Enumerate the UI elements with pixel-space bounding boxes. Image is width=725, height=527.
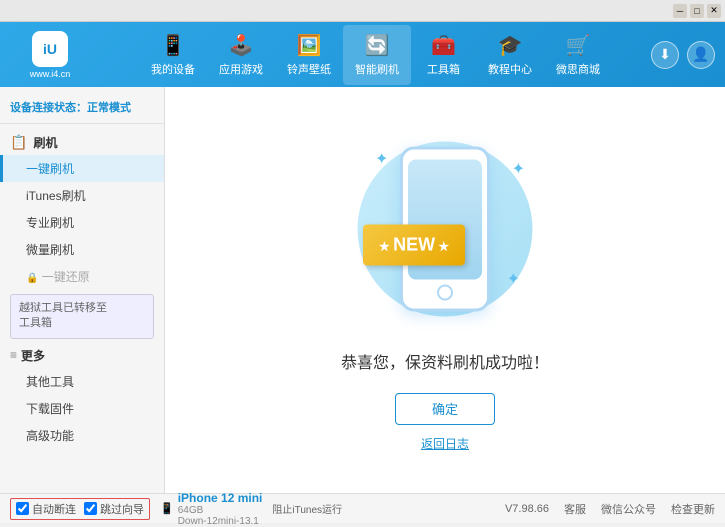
nav-ringtones-label: 铃声壁纸 — [287, 61, 331, 77]
check-update-link[interactable]: 检查更新 — [671, 501, 715, 517]
auto-connect-checkbox-label[interactable]: 自动断连 — [16, 501, 76, 517]
title-bar: ─ □ ✕ — [0, 0, 725, 22]
status-value: 正常模式 — [87, 102, 131, 114]
nav-right-buttons: ⬇ 👤 — [651, 41, 715, 69]
apps-games-icon: 🕹️ — [229, 33, 254, 58]
stop-itunes-button[interactable]: 阻止iTunes运行 — [272, 501, 342, 516]
more-section-title: ≡ 更多 — [0, 343, 164, 368]
nav-toolbox[interactable]: 🧰 工具箱 — [411, 25, 476, 85]
status-label: 设备连接状态： — [10, 102, 87, 114]
device-icon: 📱 — [160, 502, 174, 515]
sparkle-3: ✦ — [507, 269, 520, 289]
more-section: ≡ 更多 其他工具 下载固件 高级功能 — [0, 343, 164, 449]
main-area: 设备连接状态：正常模式 📋 刷机 一键刷机 iTunes刷机 专业刷机 微量刷机… — [0, 87, 725, 493]
phone-illustration: ✦ ✦ ✦ NEW — [345, 129, 545, 329]
checkbox-group: 自动断连 跳过向导 — [10, 498, 150, 520]
flash-section-label: 刷机 — [33, 134, 57, 151]
wizard-checkbox[interactable] — [84, 502, 97, 515]
sidebar-item-one-key-restore: 🔒 一键还原 — [0, 263, 164, 290]
close-button[interactable]: ✕ — [707, 4, 721, 18]
logo: iU www.i4.cn — [10, 31, 90, 79]
sidebar-item-itunes-flash[interactable]: iTunes刷机 — [0, 182, 164, 209]
sidebar-item-download-firmware[interactable]: 下载固件 — [0, 395, 164, 422]
toolbox-icon: 🧰 — [431, 33, 456, 58]
device-storage: 64GB — [178, 505, 263, 516]
nav-apps-games[interactable]: 🕹️ 应用游戏 — [207, 25, 275, 85]
wizard-label: 跳过向导 — [100, 501, 144, 517]
sidebar-notice: 越狱工具已转移至工具箱 — [10, 294, 154, 339]
bottom-right: V7.98.66 客服 微信公众号 检查更新 — [505, 501, 715, 517]
back-to-log-link[interactable]: 返回日志 — [421, 435, 469, 452]
download-button[interactable]: ⬇ — [651, 41, 679, 69]
sidebar-item-one-click-flash[interactable]: 一键刷机 — [0, 155, 164, 182]
nav-my-device-label: 我的设备 — [151, 61, 195, 77]
more-section-label: 更多 — [21, 347, 45, 364]
flash-section: 📋 刷机 一键刷机 iTunes刷机 专业刷机 微量刷机 🔒 一键还原 越狱工具… — [0, 130, 164, 339]
nav-weibo-mall-label: 微思商城 — [556, 61, 600, 77]
nav-weibo-mall[interactable]: 🛒 微思商城 — [544, 25, 612, 85]
flash-section-title: 📋 刷机 — [0, 130, 164, 155]
device-info-block: 📱 iPhone 12 mini 64GB Down-12mini-13.1 — [160, 491, 262, 527]
header: iU www.i4.cn 📱 我的设备 🕹️ 应用游戏 🖼️ 铃声壁纸 🔄 智能… — [0, 22, 725, 87]
pro-flash-label: 专业刷机 — [26, 216, 74, 230]
nav-toolbox-label: 工具箱 — [427, 61, 460, 77]
weibo-mall-icon: 🛒 — [566, 33, 591, 58]
tutorials-icon: 🎓 — [498, 33, 523, 58]
download-firmware-label: 下载固件 — [26, 402, 74, 416]
sidebar-item-micro-flash[interactable]: 微量刷机 — [0, 236, 164, 263]
service-link[interactable]: 客服 — [564, 501, 586, 517]
minimize-button[interactable]: ─ — [673, 4, 687, 18]
wizard-checkbox-label[interactable]: 跳过向导 — [84, 501, 144, 517]
bottom-left: 自动断连 跳过向导 📱 iPhone 12 mini 64GB Down-12m… — [10, 491, 342, 527]
micro-flash-label: 微量刷机 — [26, 243, 74, 257]
bottom-bar: 自动断连 跳过向导 📱 iPhone 12 mini 64GB Down-12m… — [0, 493, 725, 523]
logo-sub-text: www.i4.cn — [30, 69, 71, 79]
one-key-restore-label: 一键还原 — [42, 270, 90, 284]
nav-apps-games-label: 应用游戏 — [219, 61, 263, 77]
new-banner: NEW — [363, 224, 465, 265]
device-status: 设备连接状态：正常模式 — [0, 95, 164, 124]
nav-ringtones[interactable]: 🖼️ 铃声壁纸 — [275, 25, 343, 85]
nav-smart-flash[interactable]: 🔄 智能刷机 — [343, 25, 411, 85]
sparkle-2: ✦ — [512, 159, 525, 179]
one-click-flash-label: 一键刷机 — [26, 162, 74, 176]
ringtones-icon: 🖼️ — [297, 33, 322, 58]
auto-connect-label: 自动断连 — [32, 501, 76, 517]
auto-connect-checkbox[interactable] — [16, 502, 29, 515]
device-version: Down-12mini-13.1 — [178, 516, 263, 527]
wechat-link[interactable]: 微信公众号 — [601, 501, 656, 517]
version-label: V7.98.66 — [505, 503, 549, 515]
logo-icon: iU — [32, 31, 68, 67]
smart-flash-icon: 🔄 — [365, 33, 390, 58]
my-device-icon: 📱 — [161, 33, 186, 58]
phone-home-button — [437, 284, 453, 300]
device-info: iPhone 12 mini 64GB Down-12mini-13.1 — [178, 491, 263, 527]
sparkle-1: ✦ — [375, 149, 388, 169]
other-tools-label: 其他工具 — [26, 375, 74, 389]
maximize-button[interactable]: □ — [690, 4, 704, 18]
nav-tutorials[interactable]: 🎓 教程中心 — [476, 25, 544, 85]
content-area: ✦ ✦ ✦ NEW 恭喜您，保资料刷机成功啦！ 确定 返回日志 — [165, 87, 725, 493]
flash-section-icon: 📋 — [10, 134, 27, 151]
itunes-flash-label: iTunes刷机 — [26, 189, 86, 203]
nav-my-device[interactable]: 📱 我的设备 — [139, 25, 207, 85]
user-button[interactable]: 👤 — [687, 41, 715, 69]
sidebar-item-advanced[interactable]: 高级功能 — [0, 422, 164, 449]
sidebar-item-pro-flash[interactable]: 专业刷机 — [0, 209, 164, 236]
more-icon: ≡ — [10, 348, 17, 362]
nav-bar: 📱 我的设备 🕹️ 应用游戏 🖼️ 铃声壁纸 🔄 智能刷机 🧰 工具箱 🎓 教程… — [100, 25, 651, 85]
nav-smart-flash-label: 智能刷机 — [355, 61, 399, 77]
sidebar: 设备连接状态：正常模式 📋 刷机 一键刷机 iTunes刷机 专业刷机 微量刷机… — [0, 87, 165, 493]
nav-tutorials-label: 教程中心 — [488, 61, 532, 77]
sidebar-item-other-tools[interactable]: 其他工具 — [0, 368, 164, 395]
confirm-button[interactable]: 确定 — [395, 393, 495, 425]
success-message: 恭喜您，保资料刷机成功啦！ — [341, 349, 549, 373]
advanced-label: 高级功能 — [26, 429, 74, 443]
logo-text-icon: iU — [43, 41, 57, 57]
